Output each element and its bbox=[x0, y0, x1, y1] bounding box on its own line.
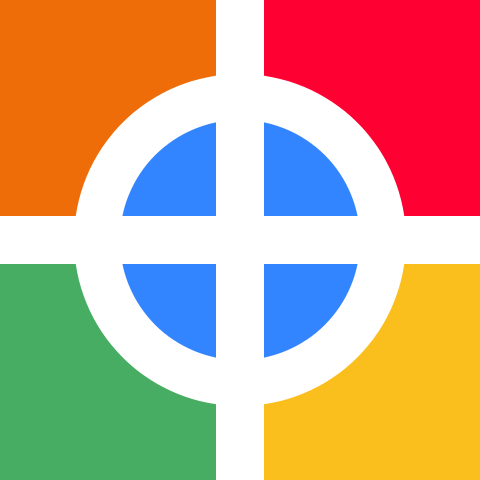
app-logo bbox=[0, 0, 480, 480]
crosshair-logo-icon bbox=[0, 0, 480, 480]
horizontal-separator bbox=[0, 216, 480, 264]
